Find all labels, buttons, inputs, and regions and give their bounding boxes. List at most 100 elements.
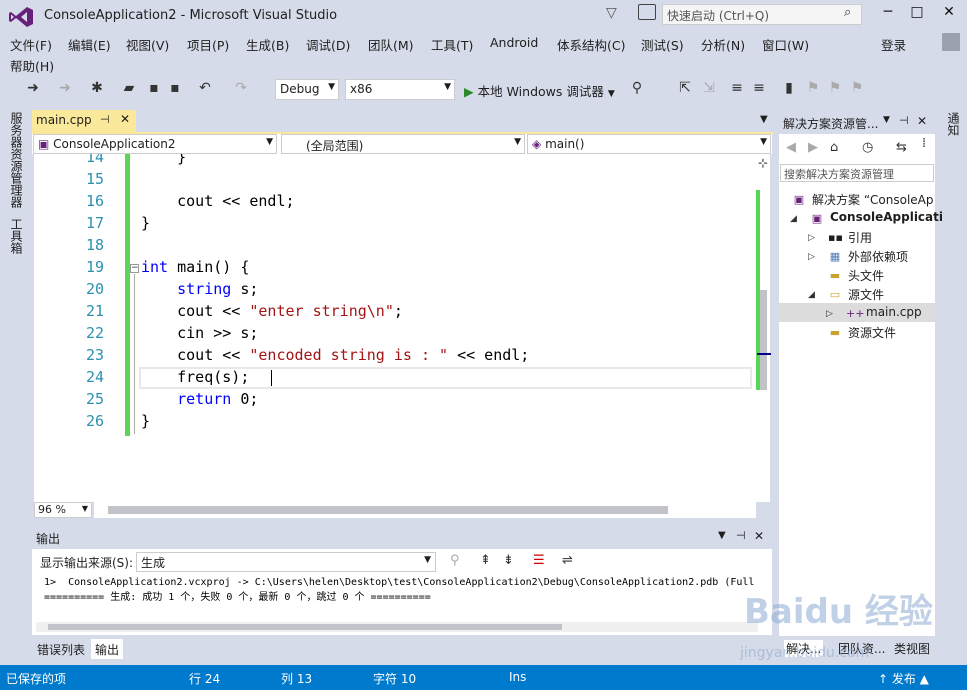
more-icon[interactable]: ⁞ xyxy=(922,136,926,151)
project-icon: ▣ xyxy=(38,137,50,151)
sign-in-link[interactable]: 登录 xyxy=(881,35,906,54)
output-source-dropdown[interactable]: 生成 ▼ xyxy=(136,552,436,572)
toolbox-tab[interactable]: 工具箱 xyxy=(8,218,25,254)
open-file-icon[interactable]: ▰ xyxy=(120,80,138,96)
redo-icon[interactable]: ↷ xyxy=(232,80,250,96)
member-dropdown[interactable]: ◈ main() ▼ xyxy=(527,134,771,154)
tab-list-dropdown-icon[interactable]: ▼ xyxy=(760,114,768,125)
close-window-button[interactable]: ✕ xyxy=(935,4,963,24)
find-message-icon[interactable]: ⚲ xyxy=(450,553,460,568)
search-icon[interactable]: ⌕ xyxy=(844,5,851,20)
menu-edit[interactable]: 编辑(E) xyxy=(68,35,111,54)
panel-menu-icon[interactable]: ▼ xyxy=(718,530,726,541)
pending-changes-icon[interactable]: ◷ xyxy=(862,140,873,155)
menu-android[interactable]: Android xyxy=(490,35,538,50)
horizontal-scroll-thumb[interactable] xyxy=(108,506,668,514)
menu-view[interactable]: 视图(V) xyxy=(126,35,169,54)
expanded-arrow-icon[interactable]: ◢ xyxy=(790,214,797,224)
forward-icon[interactable]: ➜ xyxy=(56,80,74,96)
quick-launch-input[interactable]: 快速启动 (Ctrl+Q) xyxy=(662,4,862,25)
close-tab-icon[interactable]: ✕ xyxy=(120,112,130,126)
output-scroll-thumb[interactable] xyxy=(48,624,562,630)
clear-all-icon[interactable]: ☰ xyxy=(533,553,545,568)
tree-item-main-cpp[interactable]: main.cpp xyxy=(866,305,922,319)
tree-item-header-files[interactable]: 头文件 xyxy=(848,267,884,284)
collapsed-arrow-icon[interactable]: ▷ xyxy=(826,309,833,319)
next-message-icon[interactable]: ⇟ xyxy=(503,553,514,568)
comment-icon[interactable]: ≡ xyxy=(728,80,746,96)
notifications-tab[interactable]: 通知 xyxy=(945,112,962,136)
split-icon[interactable]: ⊹ xyxy=(758,156,768,170)
prev-message-icon[interactable]: ⇞ xyxy=(480,553,491,568)
collapsed-arrow-icon[interactable]: ▷ xyxy=(808,252,815,262)
prev-bookmark-icon[interactable]: ⚑ xyxy=(804,80,822,96)
feedback-icon[interactable] xyxy=(638,4,656,20)
vertical-scroll-thumb[interactable] xyxy=(760,290,767,390)
undo-icon[interactable]: ↶ xyxy=(196,80,214,96)
solution-platform-dropdown[interactable]: x86 ▼ xyxy=(345,79,455,100)
close-panel-icon[interactable]: ✕ xyxy=(917,114,927,128)
clear-bookmarks-icon[interactable]: ⚑ xyxy=(848,80,866,96)
solution-configuration-dropdown[interactable]: Debug ▼ xyxy=(275,79,339,100)
notification-filter-icon[interactable]: ▽ xyxy=(606,5,617,21)
toolbar-icon-a[interactable]: ⇱ xyxy=(676,80,694,96)
zoom-dropdown[interactable]: 96 % ▼ xyxy=(34,502,92,518)
save-all-icon[interactable]: ▪ xyxy=(166,80,184,96)
code-token: endl; xyxy=(240,192,295,210)
start-debugging-button[interactable]: ▶ 本地 Windows 调试器 ▼ xyxy=(464,81,615,100)
code-editor[interactable]: − 14 15 16 17 18 19 20 21 22 23 24 25 26 } cout << e… xyxy=(34,154,756,502)
menu-analyze[interactable]: 分析(N) xyxy=(701,35,745,54)
tab-error-list[interactable]: 错误列表 xyxy=(33,639,90,659)
tree-item-resource-files[interactable]: 资源文件 xyxy=(848,324,896,341)
server-explorer-tab[interactable]: 服务器资源管理器 xyxy=(8,112,25,208)
find-icon[interactable]: ⚲ xyxy=(628,80,646,96)
menu-test[interactable]: 测试(S) xyxy=(641,35,684,54)
folder-open-icon: ▭ xyxy=(829,288,841,301)
tree-item-references[interactable]: 引用 xyxy=(848,229,872,246)
menu-debug[interactable]: 调试(D) xyxy=(306,35,350,54)
scope-dropdown[interactable]: (全局范围) ▼ xyxy=(281,134,525,154)
back-icon[interactable]: ◀ xyxy=(786,140,796,155)
menu-tools[interactable]: 工具(T) xyxy=(431,35,473,54)
menu-team[interactable]: 团队(M) xyxy=(368,35,414,54)
back-icon[interactable]: ➜ xyxy=(24,80,42,96)
menu-build[interactable]: 生成(B) xyxy=(246,35,289,54)
toolbar-icon-b[interactable]: ⇲ xyxy=(700,80,718,96)
word-wrap-icon[interactable]: ⇌ xyxy=(562,553,573,568)
project-dropdown[interactable]: ▣ ConsoleApplication2 ▼ xyxy=(33,134,277,154)
sync-icon[interactable]: ⇆ xyxy=(896,140,907,155)
tree-item-project[interactable]: ConsoleApplicati xyxy=(830,210,943,224)
menu-architecture[interactable]: 体系结构(C) xyxy=(557,35,625,54)
collapse-icon[interactable]: − xyxy=(130,264,139,273)
panel-menu-icon[interactable]: ▼ xyxy=(883,115,890,125)
menu-file[interactable]: 文件(F) xyxy=(10,35,52,54)
tab-output[interactable]: 输出 xyxy=(91,639,124,659)
pin-icon[interactable]: ⊣ xyxy=(899,114,909,127)
tree-item-solution[interactable]: 解决方案 “ConsoleAp xyxy=(812,191,934,208)
avatar[interactable] xyxy=(942,33,960,51)
uncomment-icon[interactable]: ≡ xyxy=(750,80,768,96)
forward-icon[interactable]: ▶ xyxy=(808,140,818,155)
tree-item-source-files[interactable]: 源文件 xyxy=(848,286,884,303)
menu-window[interactable]: 窗口(W) xyxy=(762,35,809,54)
next-bookmark-icon[interactable]: ⚑ xyxy=(826,80,844,96)
pin-icon[interactable]: ⊣ xyxy=(100,113,110,126)
collapsed-arrow-icon[interactable]: ▷ xyxy=(808,233,815,243)
maximize-button[interactable]: □ xyxy=(903,4,931,24)
tab-class-view[interactable]: 类视图 xyxy=(894,640,930,657)
bookmark-icon[interactable]: ▮ xyxy=(780,80,798,96)
tree-item-external-deps[interactable]: 外部依赖项 xyxy=(848,248,908,265)
menu-project[interactable]: 项目(P) xyxy=(187,35,229,54)
home-icon[interactable]: ⌂ xyxy=(830,140,838,155)
publish-button[interactable]: ↑ 发布 ▲ xyxy=(878,670,929,687)
code-token: main() { xyxy=(168,258,250,276)
expanded-arrow-icon[interactable]: ◢ xyxy=(808,290,815,300)
save-icon[interactable]: ▪ xyxy=(145,80,163,96)
new-project-icon[interactable]: ✱ xyxy=(88,80,106,96)
minimize-button[interactable]: ─ xyxy=(874,4,902,24)
pin-icon[interactable]: ⊣ xyxy=(736,529,746,542)
solution-search-input[interactable]: 搜索解决方案资源管理 xyxy=(780,164,934,182)
close-panel-icon[interactable]: ✕ xyxy=(754,529,764,543)
tab-main-cpp[interactable]: main.cpp ⊣ ✕ xyxy=(32,110,136,132)
menu-help[interactable]: 帮助(H) xyxy=(10,56,54,75)
